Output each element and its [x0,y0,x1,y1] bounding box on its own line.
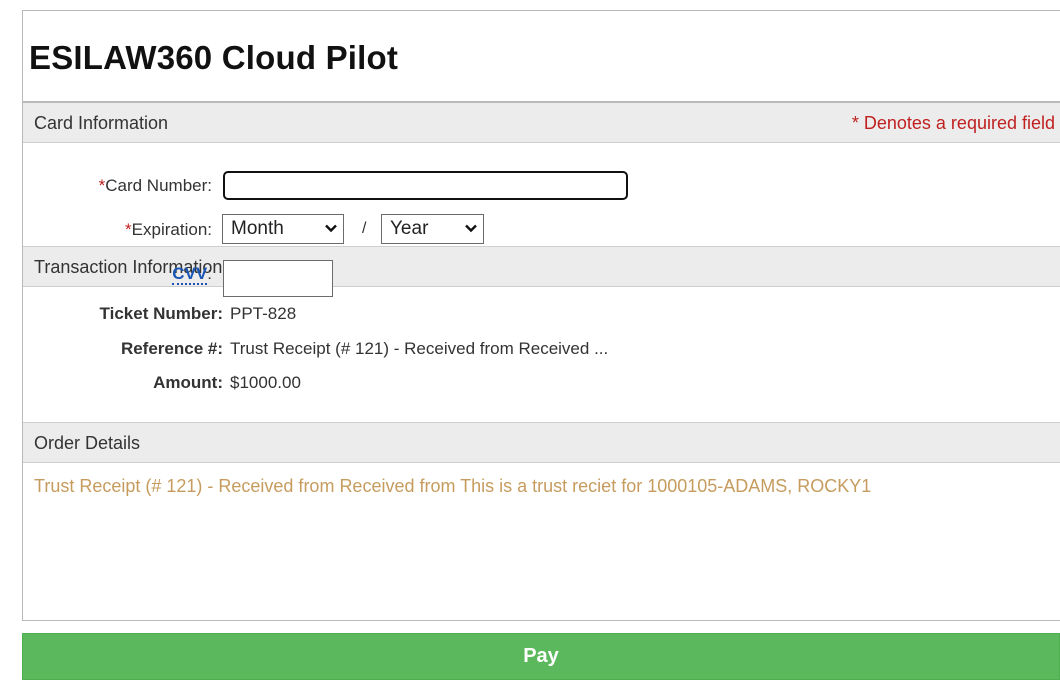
expiration-separator: / [362,220,367,237]
amount-value: $1000.00 [230,373,301,392]
card-information-heading: Card Information [34,113,169,133]
chevron-down-icon [325,224,337,233]
order-details-heading: Order Details [34,433,141,453]
ticket-number-value: PPT-828 [230,304,297,323]
month-select-value: Month [231,218,284,239]
cvv-help-link[interactable]: CVV [172,264,208,285]
header-bar: ESILAW360 Cloud Pilot [23,11,1060,103]
amount-label: Amount: [153,373,223,392]
year-select-value: Year [390,218,429,239]
page-title: ESILAW360 Cloud Pilot [29,39,399,76]
card-number-input[interactable] [223,171,628,200]
reference-value: Trust Receipt (# 121) - Received from Re… [230,339,609,358]
card-number-label: *Card Number: [98,176,212,195]
month-select[interactable]: Month [222,214,344,244]
payment-panel: ESILAW360 Cloud Pilot Card Information *… [22,10,1060,621]
required-field-note: * Denotes a required field [851,113,1055,133]
order-details-text: Trust Receipt (# 121) - Received from Re… [34,476,872,496]
order-details-header: Order Details [23,423,1060,463]
year-select[interactable]: Year [381,214,484,244]
reference-label: Reference #: [120,339,223,358]
expiration-label: *Expiration: [125,220,212,239]
card-information-header: Card Information * Denotes a required fi… [23,103,1060,143]
cvv-input[interactable] [223,260,333,297]
ticket-number-label: Ticket Number: [99,304,223,323]
required-star: * [125,220,132,239]
pay-button[interactable]: Pay [22,633,1060,680]
transaction-information-body: Ticket Number: PPT-828 Reference #: Trus… [23,287,1060,423]
cvv-label: CVV: [172,264,212,285]
chevron-down-icon [465,224,477,233]
